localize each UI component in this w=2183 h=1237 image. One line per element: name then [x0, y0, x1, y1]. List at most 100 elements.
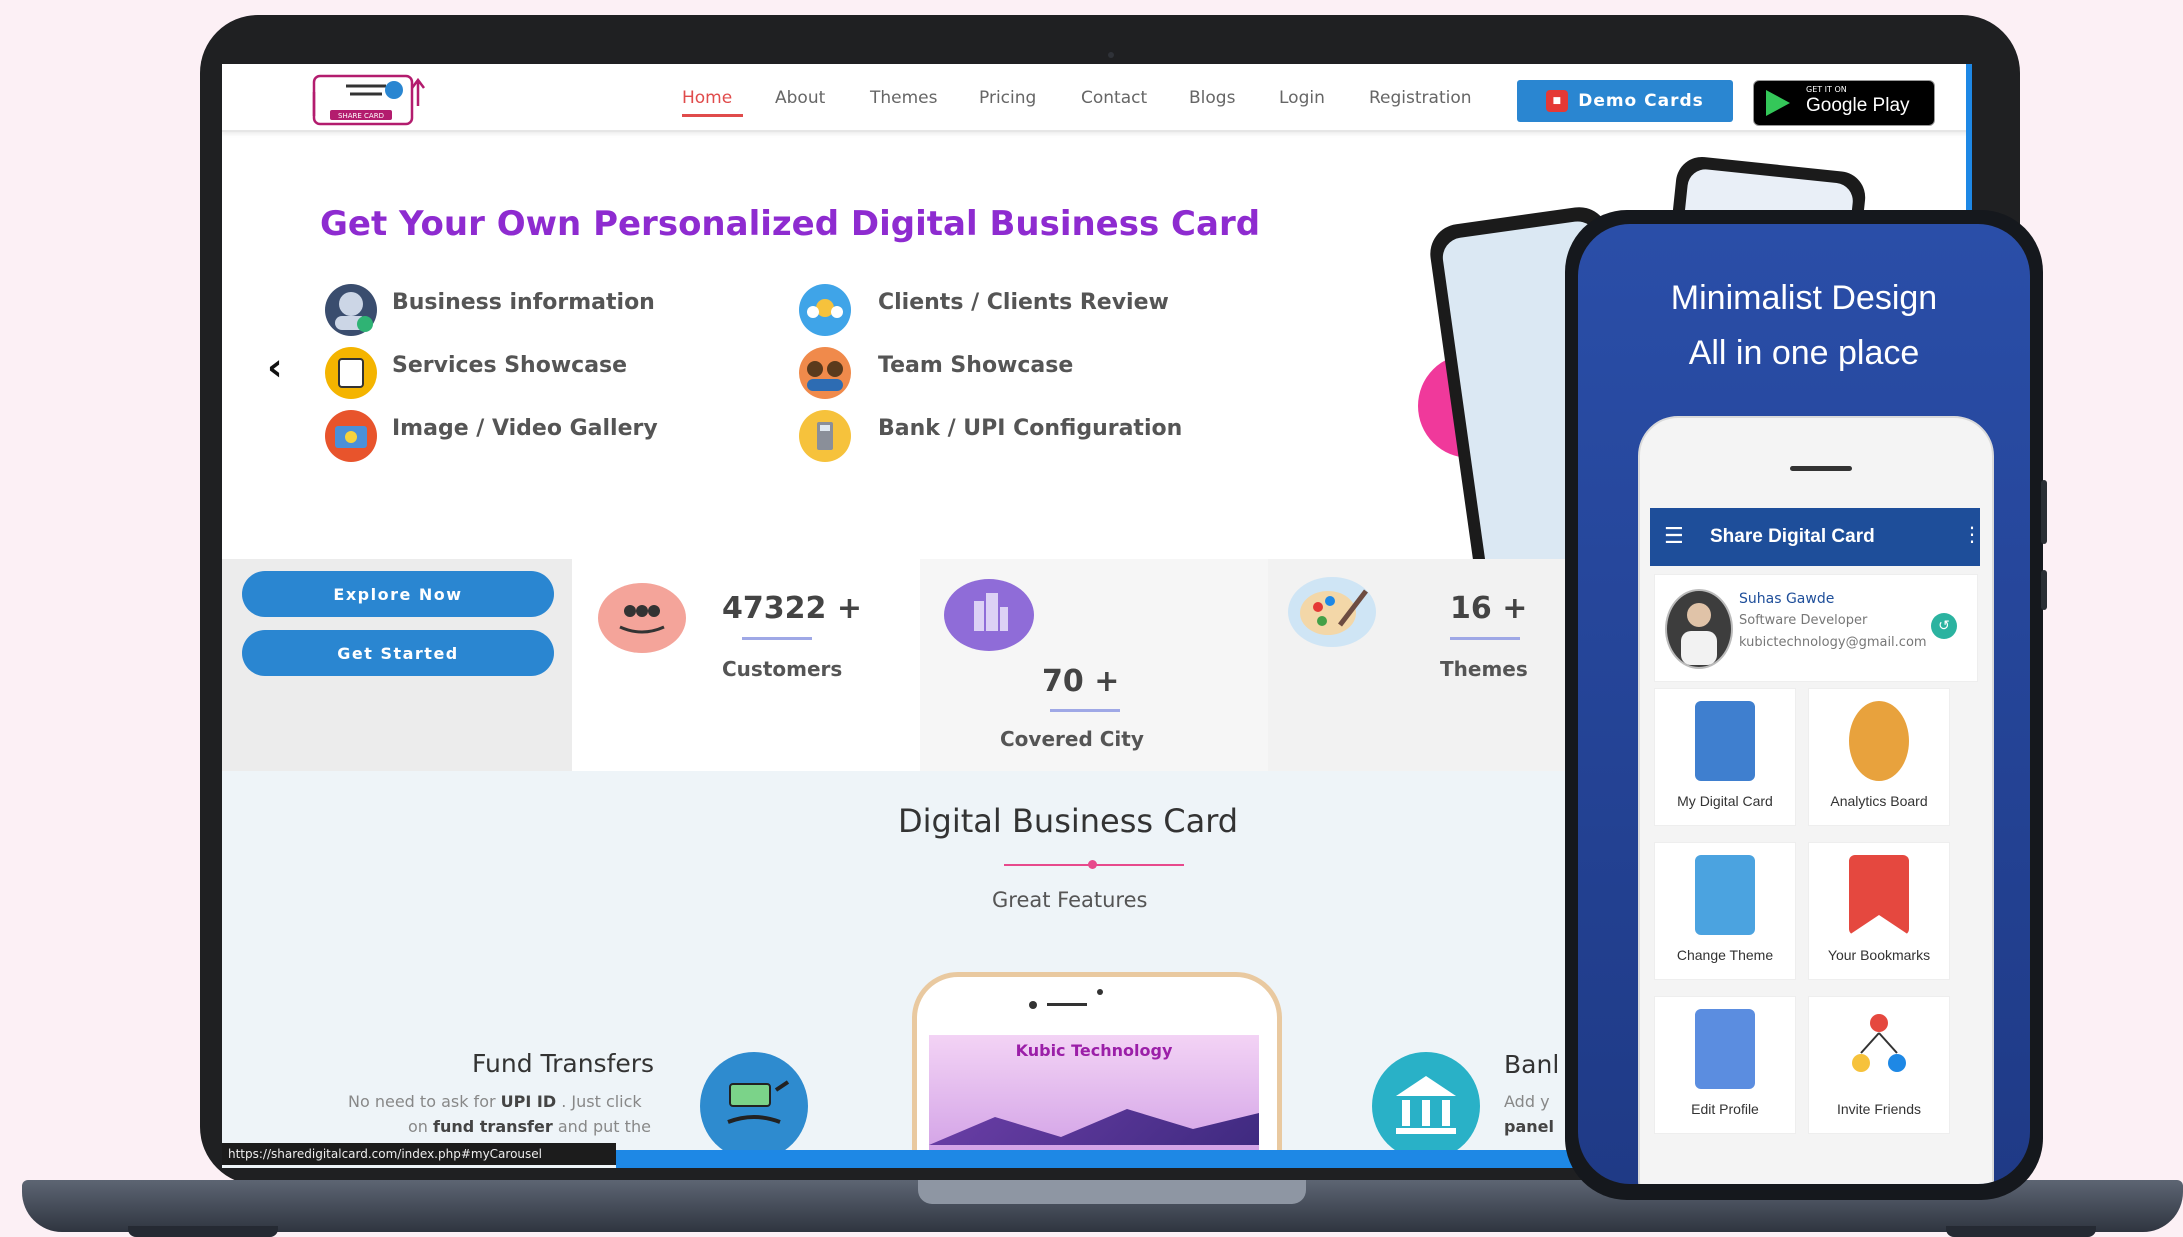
stat-label: Covered City: [1000, 727, 1144, 751]
bank-icon: [1372, 1052, 1480, 1160]
bookmark-icon: [1849, 855, 1909, 935]
google-play-big-text: Google Play: [1806, 95, 1910, 116]
people-hand-icon: [598, 583, 686, 653]
calculator-icon: [799, 410, 851, 462]
nav-login[interactable]: Login: [1279, 88, 1325, 108]
nav-registration[interactable]: Registration: [1369, 88, 1472, 108]
laptop-camera: [1108, 52, 1114, 58]
id-badge-icon: [1695, 701, 1755, 781]
person-icon: [325, 284, 377, 336]
nav-themes[interactable]: Themes: [870, 88, 938, 108]
tile-edit-profile[interactable]: Edit Profile: [1654, 996, 1796, 1134]
nav-blogs[interactable]: Blogs: [1189, 88, 1235, 108]
demo-cards-label: Demo Cards: [1578, 91, 1704, 111]
nav-home[interactable]: Home: [682, 88, 732, 108]
mountain-banner: [929, 1109, 1259, 1145]
phone-side-button-2: [2041, 570, 2047, 610]
notepad-icon: [325, 347, 377, 399]
section-title: Digital Business Card: [898, 802, 1239, 840]
profile-card[interactable]: Suhas Gawde Software Developer kubictech…: [1654, 574, 1978, 682]
tile-label: Analytics Board: [1830, 793, 1928, 809]
invite-friends-icon: [1849, 1009, 1909, 1089]
feature-clients-review: Clients / Clients Review: [878, 290, 1169, 315]
stat-label: Customers: [722, 657, 843, 681]
tile-my-digital-card[interactable]: My Digital Card: [1654, 688, 1796, 826]
stat-customers: 47322 + Customers: [572, 559, 920, 771]
bank-title: Banl: [1504, 1050, 1560, 1079]
phone-screen: Minimalist Design All in one place ☰ Sha…: [1578, 224, 2030, 1184]
phone-speaker: [1047, 1003, 1087, 1006]
nav-contact[interactable]: Contact: [1081, 88, 1147, 108]
feature-bank-upi: Bank / UPI Configuration: [878, 416, 1183, 441]
app-title: Share Digital Card: [1710, 526, 1875, 547]
profile-role: Software Developer: [1739, 613, 1868, 628]
stat-rule: [1450, 637, 1520, 640]
tile-label: Invite Friends: [1836, 1101, 1922, 1117]
tile-label: Change Theme: [1676, 947, 1774, 963]
share-icon[interactable]: ↺: [1931, 613, 1957, 639]
stat-rule: [1050, 709, 1120, 712]
stat-value: 70 +: [1042, 664, 1120, 699]
status-bar-url: https://sharedigitalcard.com/index.php#m…: [222, 1143, 616, 1165]
fund-transfers-title: Fund Transfers: [472, 1049, 655, 1078]
profile-name: Suhas Gawde: [1739, 591, 1835, 607]
app-screen: ☰ Share Digital Card ⋮ Suhas Gawde Softw…: [1638, 416, 1994, 1184]
laptop-foot-left: [128, 1226, 278, 1237]
get-started-button[interactable]: Get Started: [242, 630, 554, 676]
stats-cta-panel: Explore Now Get Started: [222, 559, 572, 771]
demo-cards-button[interactable]: ■ Demo Cards: [1517, 80, 1733, 122]
chevron-left-icon[interactable]: ‹: [267, 345, 283, 389]
more-vert-icon[interactable]: ⋮: [1962, 522, 1982, 546]
team-icon: [799, 347, 851, 399]
stat-label: Themes: [1440, 657, 1528, 681]
nav-active-indicator: [682, 114, 743, 117]
stat-covered-city: 70 + Covered City: [920, 559, 1268, 771]
play-store-icon: [1766, 90, 1790, 116]
hamburger-menu-icon[interactable]: ☰: [1664, 524, 1684, 549]
phone-camera: [1029, 1001, 1037, 1009]
avatar: [1665, 589, 1733, 669]
tile-analytics-board[interactable]: Analytics Board: [1808, 688, 1950, 826]
fund-transfers-desc-2: on fund transfer and put the: [408, 1117, 651, 1136]
google-play-small-text: GET IT ON: [1806, 85, 1847, 94]
google-play-badge[interactable]: GET IT ON Google Play: [1753, 80, 1935, 126]
edit-profile-icon: [1695, 1009, 1755, 1089]
center-phone-screen: Kubic Technology: [929, 1035, 1259, 1168]
laptop-notch: [918, 1180, 1306, 1204]
tile-change-theme[interactable]: Change Theme: [1654, 842, 1796, 980]
nav-about[interactable]: About: [775, 88, 825, 108]
fund-transfers-desc: No need to ask for UPI ID . Just click: [348, 1092, 642, 1111]
logo-text: SHARE CARD: [338, 112, 384, 120]
tile-label: My Digital Card: [1677, 793, 1773, 809]
tile-invite-friends[interactable]: Invite Friends: [1808, 996, 1950, 1134]
phone-headline-2: All in one place: [1688, 334, 1920, 372]
city-icon: [944, 579, 1034, 651]
bank-desc-2: panel: [1504, 1117, 1554, 1136]
feature-business-information: Business information: [392, 290, 655, 315]
bank-desc: Add y: [1504, 1092, 1550, 1111]
phone-sensor: [1097, 989, 1103, 995]
analytics-icon: [1849, 701, 1909, 781]
palette-icon: [1288, 577, 1376, 647]
feature-services-showcase: Services Showcase: [392, 353, 628, 378]
profile-email: kubictechnology@gmail.com: [1739, 635, 1927, 650]
card-icon: ■: [1546, 90, 1569, 112]
stat-value: 47322 +: [722, 591, 862, 626]
tile-your-bookmarks[interactable]: Your Bookmarks: [1808, 842, 1950, 980]
money-transfer-icon: [700, 1052, 808, 1160]
tile-label: Edit Profile: [1691, 1101, 1759, 1117]
inner-phone-speaker: [1790, 466, 1852, 471]
stat-rule: [742, 637, 812, 640]
phone-headline-1: Minimalist Design: [1670, 279, 1938, 317]
explore-now-button[interactable]: Explore Now: [242, 571, 554, 617]
photo-icon: [325, 410, 377, 462]
hero-headline: Get Your Own Personalized Digital Busine…: [320, 204, 1261, 244]
phone-card-title: Kubic Technology: [1015, 1041, 1173, 1060]
section-subtitle: Great Features: [992, 888, 1148, 912]
laptop-foot-right: [1946, 1226, 2096, 1237]
site-logo[interactable]: SHARE CARD: [308, 72, 430, 128]
tile-label: Your Bookmarks: [1827, 947, 1931, 963]
nav-pricing[interactable]: Pricing: [979, 88, 1036, 108]
center-phone-mockup: Kubic Technology: [912, 972, 1282, 1168]
app-bar: ☰ Share Digital Card ⋮: [1650, 508, 1982, 566]
